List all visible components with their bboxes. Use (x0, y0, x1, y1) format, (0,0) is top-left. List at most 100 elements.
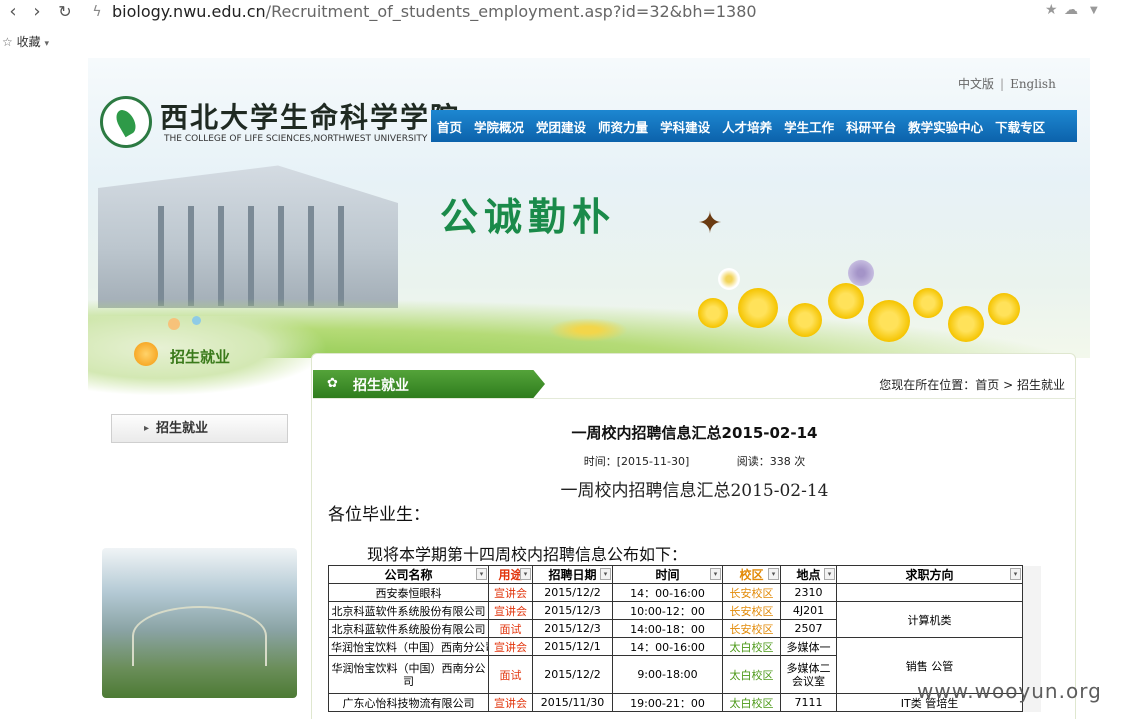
butterfly-icon: ✦ (697, 206, 723, 241)
bookmarks-menu[interactable]: ☆ 收藏 ▾ (2, 33, 49, 50)
lang-english-link[interactable]: English (1010, 77, 1056, 91)
col-header-place[interactable]: 地点 ▾ (780, 565, 837, 584)
nav-item-student-work[interactable]: 学生工作 (778, 117, 840, 136)
building-column (308, 206, 314, 306)
nav-item-research[interactable]: 科研平台 (840, 117, 902, 136)
nav-item-disciplines[interactable]: 学科建设 (654, 117, 716, 136)
article-read-count: 阅读：338 次 (736, 455, 806, 468)
nav-item-lab-center[interactable]: 教学实验中心 (902, 117, 989, 136)
spreadsheet-gridtail (1022, 619, 1041, 638)
col-header-direction[interactable]: 求职方向 ▾ (836, 565, 1023, 584)
content-tab: ✿ 招生就业 (313, 370, 545, 398)
purple-flower-icon (848, 260, 874, 286)
building-column (248, 206, 254, 306)
lang-chinese-link[interactable]: 中文版 (958, 77, 994, 91)
sidebar-item-recruitment[interactable]: 招生就业 (111, 414, 288, 443)
lang-separator: | (1000, 77, 1005, 91)
flower-icon (988, 293, 1020, 325)
cell-company: 华润怡宝饮料（中国）西南分公司 (328, 655, 489, 694)
filter-dropdown-icon[interactable]: ▾ (520, 568, 531, 580)
url-host: biology.nwu.edu.cn (112, 2, 266, 21)
daisy-icon (718, 268, 740, 290)
nav-item-downloads[interactable]: 下载专区 (989, 117, 1051, 136)
nav-item-home[interactable]: 首页 (431, 117, 468, 136)
star-icon[interactable]: ★ (1045, 2, 1058, 18)
cell-purpose: 面试 (488, 619, 533, 638)
cell-purpose: 宣讲会 (488, 583, 533, 602)
back-icon[interactable]: ‹ (2, 1, 24, 23)
table-row: 西安泰恒眼科 宣讲会 2015/12/2 14：00-16:00 长安校区 23… (328, 583, 1041, 602)
insecure-site-icon[interactable]: ϟ (86, 1, 108, 23)
flower-icon (868, 300, 910, 342)
decor-dot (168, 318, 180, 330)
reload-icon[interactable]: ↻ (54, 1, 76, 23)
forward-icon[interactable]: › (26, 1, 48, 23)
flower-icon (828, 283, 864, 319)
filter-dropdown-icon[interactable]: ▾ (768, 568, 779, 580)
article-meta: 时间：[2015-11-30] 阅读：338 次 (312, 453, 1077, 469)
col-header-purpose[interactable]: 用途 ▾ (488, 565, 533, 584)
breadcrumb-prefix: 您现在所在位置： (879, 378, 976, 392)
cloud-icon[interactable]: ☁ (1064, 2, 1078, 18)
filter-dropdown-icon[interactable]: ▾ (600, 568, 611, 580)
logo-english-name: THE COLLEGE OF LIFE SCIENCES,NORTHWEST U… (164, 134, 428, 144)
header-banner: 中文版 | English 西北大学生命科学学院 THE COLLEGE OF LI… (88, 58, 1090, 358)
cell-place: 多媒体二会议室 (780, 655, 837, 694)
cell-purpose: 宣讲会 (488, 637, 533, 656)
filter-dropdown-icon[interactable]: ▾ (710, 568, 721, 580)
cell-company: 广东心怡科技物流有限公司 (328, 693, 489, 712)
col-header-company[interactable]: 公司名称 ▾ (328, 565, 489, 584)
page-margin-right (1090, 58, 1122, 719)
col-header-time-label: 时间 (655, 568, 680, 582)
cell-company: 北京科蓝软件系统股份有限公司 (328, 619, 489, 638)
address-bar[interactable]: biology.nwu.edu.cn/Recruitment_of_studen… (112, 2, 757, 21)
flower-patch (548, 318, 628, 342)
sun-icon (134, 342, 158, 366)
cell-date: 2015/12/2 (532, 655, 613, 694)
flower-decoration (468, 258, 1088, 358)
nav-item-overview[interactable]: 学院概况 (468, 117, 530, 136)
plaza-arc (132, 606, 267, 666)
building-column (278, 206, 284, 306)
col-header-date[interactable]: 招聘日期 ▾ (532, 565, 613, 584)
university-emblem-icon (100, 96, 152, 148)
col-header-direction-label: 求职方向 (905, 568, 954, 582)
filter-dropdown-icon[interactable]: ▾ (1010, 568, 1021, 580)
cell-time: 19:00-21：00 (612, 693, 723, 712)
flower-icon (948, 306, 984, 342)
filter-dropdown-icon[interactable]: ▾ (476, 568, 487, 580)
article-title: 一周校内招聘信息汇总2015-02-14 (571, 424, 818, 442)
col-header-time[interactable]: 时间 ▾ (612, 565, 723, 584)
nav-item-faculty[interactable]: 师资力量 (592, 117, 654, 136)
page: 中文版 | English 西北大学生命科学学院 THE COLLEGE OF LI… (88, 58, 1090, 719)
cell-place: 4J201 (780, 601, 837, 620)
building-column (158, 206, 164, 306)
cell-date: 2015/12/1 (532, 637, 613, 656)
page-margin-left (0, 58, 88, 719)
nav-item-party[interactable]: 党团建设 (530, 117, 592, 136)
campus-plaza-photo (102, 548, 297, 698)
spreadsheet-gridtail (1022, 601, 1041, 620)
table-row: 华润怡宝饮料（中国）西南分公司 宣讲会 2015/12/1 14：00-16:0… (328, 637, 1041, 694)
article-intro: 现将本学期第十四周校内招聘信息公布如下： (367, 545, 688, 564)
breadcrumb-home-link[interactable]: 首页 (975, 378, 999, 392)
language-switch: 中文版 | English (958, 75, 1056, 92)
college-logo[interactable]: 西北大学生命科学学院 THE COLLEGE OF LIFE SCIENCES,… (100, 94, 458, 150)
cell-company: 华润怡宝饮料（中国）西南分公司 (328, 637, 489, 656)
sprout-icon: ✿ (327, 376, 338, 391)
chevron-down-icon[interactable]: ▼ (1090, 5, 1098, 16)
tab-divider (313, 398, 1076, 399)
flower-icon (913, 288, 943, 318)
sidebar-title: 招生就业 (170, 348, 231, 366)
article-date: 时间：[2015-11-30] (583, 455, 690, 468)
watermark: www.wooyun.org (917, 679, 1102, 703)
filter-dropdown-icon[interactable]: ▾ (824, 568, 835, 580)
col-header-campus[interactable]: 校区 ▾ (722, 565, 781, 584)
cell-place: 2507 (780, 619, 837, 638)
nav-item-training[interactable]: 人才培养 (716, 117, 778, 136)
cell-time: 14：00-16:00 (612, 637, 723, 656)
col-header-purpose-label: 用途 (498, 568, 523, 582)
breadcrumb-current-link[interactable]: 招生就业 (1017, 378, 1065, 392)
col-header-company-label: 公司名称 (384, 568, 433, 582)
cell-campus: 长安校区 (722, 583, 781, 602)
